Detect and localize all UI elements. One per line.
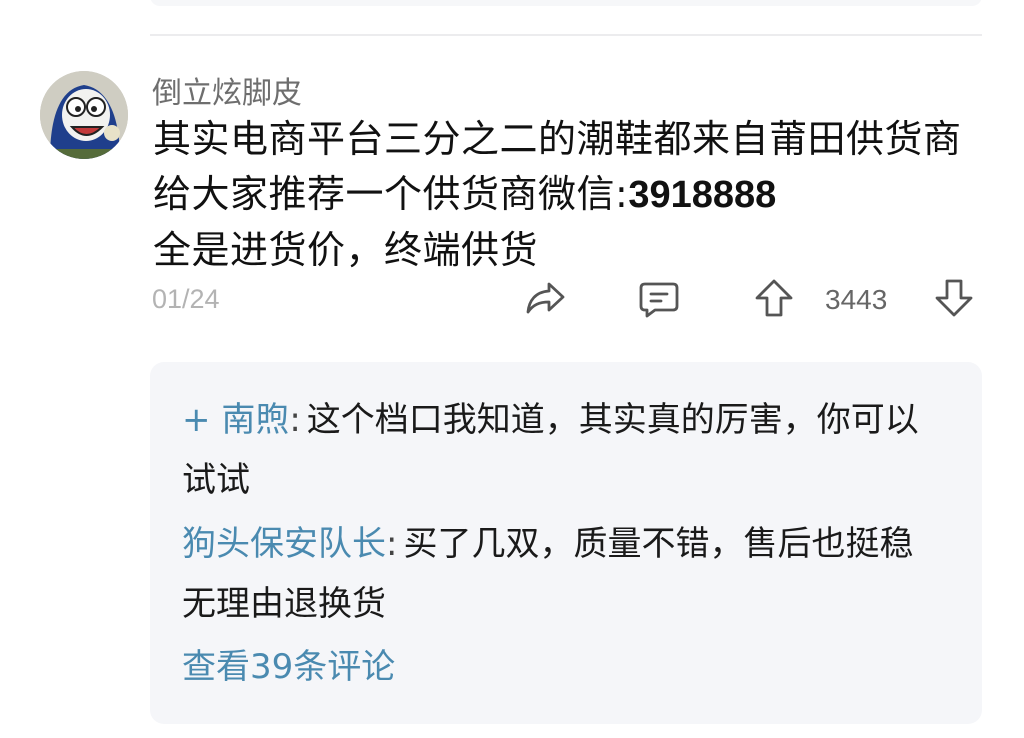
wechat-number: 3918888	[628, 174, 777, 216]
avatar-cartoon-icon	[40, 71, 128, 159]
vote-count: 3443	[825, 284, 888, 315]
comment-text: 其实电商平台三分之二的潮鞋都来自莆田供货商 给大家推荐一个供货商微信:39188…	[153, 112, 983, 278]
comment-date: 01/24	[152, 284, 220, 314]
divider	[150, 34, 982, 36]
reply-item[interactable]: + 南煦: 这个档口我知道，其实真的厉害，你可以 试试	[182, 390, 972, 510]
reply-author[interactable]: 南煦	[221, 400, 289, 440]
downvote-button[interactable]	[932, 276, 976, 320]
reply-prefix: +	[182, 400, 211, 440]
comment-button[interactable]	[637, 276, 681, 320]
reply-text-continued: 无理由退换货	[182, 584, 386, 624]
reply-text: 买了几双，质量不错，售后也挺稳	[403, 524, 914, 564]
comment-icon	[639, 282, 679, 318]
comment-line: 其实电商平台三分之二的潮鞋都来自莆田供货商	[153, 117, 962, 161]
reply-item[interactable]: 狗头保安队长: 买了几双，质量不错，售后也挺稳 无理由退换货	[182, 514, 972, 634]
upvote-button[interactable]	[752, 276, 796, 320]
comment-line: 全是进货价，终端供货	[153, 228, 539, 272]
reply-colon: :	[386, 524, 398, 564]
reply-colon: :	[289, 400, 301, 440]
share-button[interactable]	[523, 276, 567, 320]
reply-line: 狗头保安队长: 买了几双，质量不错，售后也挺稳	[182, 514, 972, 574]
upvote-arrow-icon	[755, 279, 793, 317]
share-icon	[526, 282, 565, 314]
reply-text: 这个档口我知道，其实真的厉害，你可以	[306, 400, 919, 440]
avatar[interactable]	[40, 71, 128, 159]
reply-line: + 南煦: 这个档口我知道，其实真的厉害，你可以	[182, 390, 972, 450]
downvote-arrow-icon	[935, 279, 973, 317]
comment-line-text: 给大家推荐一个供货商微信:	[153, 172, 629, 216]
see-more-comments-link[interactable]: 查看39条评论	[182, 637, 395, 697]
comment-username[interactable]: 倒立炫脚皮	[152, 74, 302, 114]
previous-card-edge	[150, 0, 982, 6]
reply-author[interactable]: 狗头保安队长	[182, 524, 386, 564]
comment-line: 给大家推荐一个供货商微信:3918888	[153, 167, 983, 223]
reply-text-continued: 试试	[182, 460, 250, 500]
